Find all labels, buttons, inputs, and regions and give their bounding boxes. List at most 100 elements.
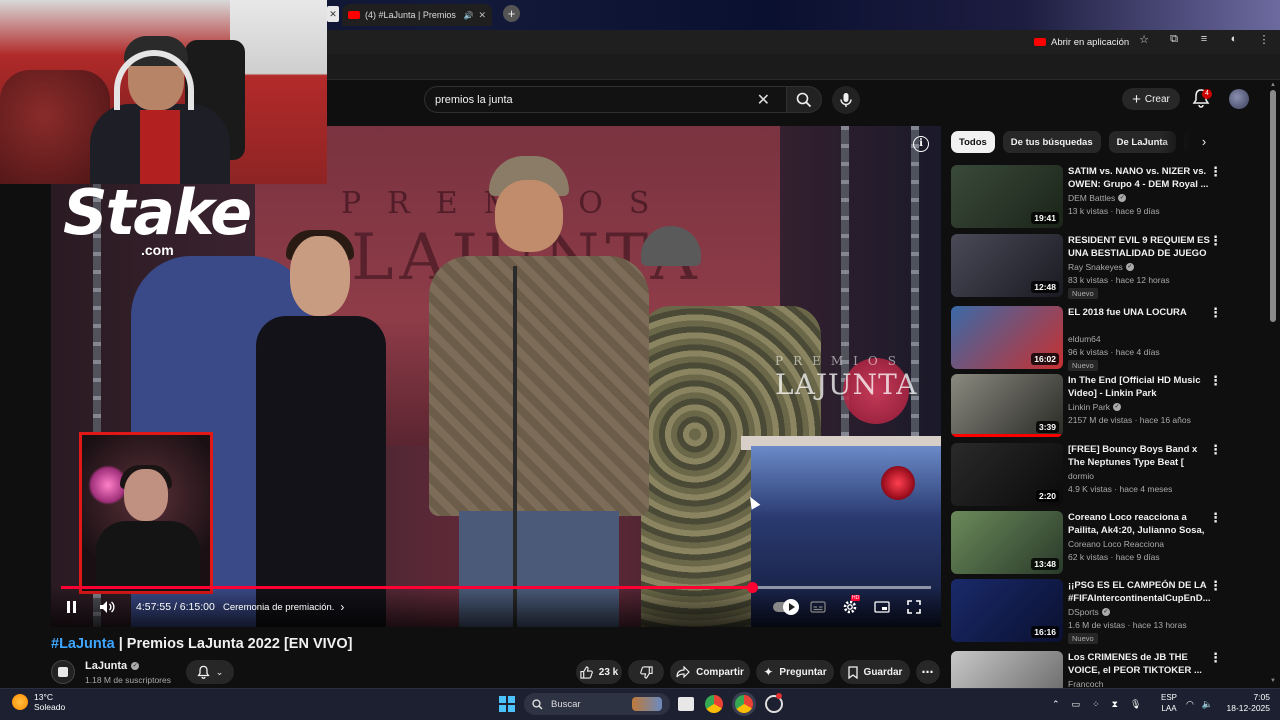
recommendation-thumbnail[interactable]: 13:48 — [951, 511, 1063, 574]
tray-app-icon[interactable]: ▭ — [1072, 699, 1081, 710]
recommendation-item[interactable]: 13:48 Coreano Loco reacciona a Pailita, A… — [951, 511, 1241, 577]
page-scrollbar[interactable] — [1270, 90, 1276, 322]
recommendation-item[interactable]: 3:39 In The End [Official HD Music Video]… — [951, 374, 1241, 440]
video-hashtag-link[interactable]: #LaJunta — [51, 636, 115, 652]
more-vertical-icon[interactable]: ⋮ — [1209, 579, 1222, 595]
recommendation-title[interactable]: In The End [Official HD Music Video] - L… — [1068, 374, 1210, 400]
recommendation-channel[interactable]: DEM Battles ✓ — [1068, 193, 1127, 203]
info-icon[interactable]: i — [913, 136, 929, 152]
tab-close-icon[interactable]: ✕ — [327, 6, 339, 22]
recommendation-title[interactable]: Coreano Loco reacciona a Pailita, Ak4:20… — [1068, 511, 1210, 537]
subscription-notifications-button[interactable]: ⌄ — [186, 660, 234, 684]
recommendation-item[interactable]: 19:41 SATIM vs. NANO vs. NIZER vs. OWEN: … — [951, 165, 1241, 231]
clear-search-icon[interactable]: ✕ — [757, 90, 770, 110]
more-vertical-icon[interactable]: ⋮ — [1209, 165, 1222, 181]
more-vertical-icon[interactable]: ⋮ — [1209, 234, 1222, 250]
bookmark-star-icon[interactable]: ☆ — [1136, 33, 1152, 46]
recommendation-title[interactable]: ¡¡PSG ES EL CAMPEÓN DE LA #FIFAIntercont… — [1068, 579, 1210, 605]
search-button[interactable] — [786, 86, 822, 113]
taskbar-search[interactable]: Buscar — [524, 693, 670, 715]
ask-button[interactable]: ✦ Preguntar — [756, 660, 834, 684]
dislike-button[interactable] — [628, 660, 664, 684]
recommendation-channel[interactable]: Linkin Park ✓ — [1068, 402, 1122, 412]
wifi-icon[interactable]: ◠ — [1186, 699, 1194, 710]
chrome-icon[interactable] — [705, 695, 723, 713]
chevron-up-icon[interactable]: ⌃ — [1052, 699, 1060, 710]
share-button[interactable]: Compartir — [670, 660, 750, 684]
recommendation-title[interactable]: RESIDENT EVIL 9 REQUIEM ES UNA BESTIALID… — [1068, 234, 1210, 260]
recommendation-channel[interactable]: DSports ✓ — [1068, 607, 1110, 617]
scroll-up-arrow-icon[interactable]: ▲ — [1270, 82, 1276, 88]
more-vertical-icon[interactable]: ⋮ — [1209, 651, 1222, 667]
tray-grid-icon[interactable]: ⁘ — [1092, 699, 1100, 710]
like-button[interactable]: 23 k — [576, 660, 622, 684]
tab-audio-icon[interactable]: 🔊 — [463, 11, 473, 20]
tab-close-icon[interactable]: ✕ — [478, 10, 486, 21]
recommendation-item[interactable]: 16:16 ¡¡PSG ES EL CAMPEÓN DE LA #FIFAInte… — [951, 579, 1241, 645]
new-tab-button[interactable]: + — [503, 5, 520, 22]
recommendation-thumbnail[interactable]: 2:20 — [951, 443, 1063, 506]
recommendation-thumbnail[interactable]: 12:48 — [951, 234, 1063, 297]
more-vertical-icon[interactable]: ⋮ — [1209, 306, 1222, 322]
task-view-icon[interactable] — [678, 697, 694, 711]
speaker-icon[interactable]: 🔈 — [1202, 699, 1213, 710]
voice-search-button[interactable] — [832, 86, 860, 114]
search-highlight-icon — [632, 697, 662, 711]
recommendation-channel[interactable]: eldum64 — [1068, 334, 1101, 344]
miniplayer-button[interactable] — [872, 597, 892, 617]
recommendation-channel[interactable]: Ray Snakeyes ✓ — [1068, 262, 1134, 272]
channel-avatar[interactable] — [51, 660, 75, 684]
recommendation-item[interactable]: 16:02 EL 2018 fue UNA LOCURA eldum64 96 k v… — [951, 306, 1241, 372]
chapter-button[interactable]: Ceremonia de premiación. › — [223, 597, 344, 617]
recommendation-channel[interactable]: Coreano Loco Reacciona — [1068, 539, 1164, 549]
more-vertical-icon[interactable]: ⋮ — [1209, 374, 1222, 390]
browser-tab-youtube[interactable]: (4) #LaJunta | Premios LaJu... 🔊 ✕ — [342, 4, 492, 26]
chevron-right-icon[interactable]: › — [1196, 134, 1212, 150]
video-player[interactable]: PREMIOS LAJUNTA PREMIOS LAJUNTA Stake .c… — [51, 126, 941, 627]
notifications-button[interactable]: 4 — [1192, 88, 1212, 110]
recommendation-thumbnail[interactable]: 16:02 — [951, 306, 1063, 369]
recommendation-title[interactable]: [FREE] Bouncy Boys Band x The Neptunes T… — [1068, 443, 1210, 469]
volume-button[interactable] — [99, 597, 115, 617]
chip-from-searches[interactable]: De tus búsquedas — [1002, 131, 1101, 153]
open-in-app-button[interactable]: Abrir en aplicación — [1034, 34, 1129, 50]
recommendation-title[interactable]: SATIM vs. NANO vs. NIZER vs. OWEN: Grupo… — [1068, 165, 1210, 191]
profile-icon[interactable]: ◐ — [1226, 33, 1242, 46]
save-button[interactable]: Guardar — [840, 660, 910, 684]
recommendation-title[interactable]: Los CRIMENES de JB THE VOICE, el PEOR TI… — [1068, 651, 1210, 677]
recommendation-thumbnail[interactable]: 16:16 — [951, 579, 1063, 642]
recommendation-item[interactable]: 2:20 [FREE] Bouncy Boys Band x The Neptun… — [951, 443, 1241, 509]
extensions-icon[interactable]: ⧉ — [1166, 33, 1182, 46]
recommendation-thumbnail[interactable]: 3:39 — [951, 374, 1063, 437]
input-language[interactable]: ESP LAA — [1158, 692, 1180, 714]
recommendation-item[interactable]: 12:48 RESIDENT EVIL 9 REQUIEM ES UNA BEST… — [951, 234, 1241, 300]
progress-scrubber[interactable] — [746, 582, 758, 593]
recommendation-channel[interactable]: dormio — [1068, 471, 1094, 481]
settings-button[interactable]: HD — [840, 595, 861, 617]
taskbar-clock[interactable]: 7:05 18-12-2025 — [1222, 692, 1270, 714]
chrome-active-icon[interactable] — [735, 695, 753, 713]
more-vertical-icon[interactable]: ⋮ — [1209, 511, 1222, 527]
progress-bar[interactable] — [61, 582, 931, 593]
browser-menu-icon[interactable]: ⋮ — [1256, 33, 1272, 46]
account-avatar[interactable] — [1229, 89, 1249, 109]
recommendation-title[interactable]: EL 2018 fue UNA LOCURA — [1068, 306, 1210, 319]
create-button[interactable]: + Crear — [1122, 88, 1180, 110]
windows-start-button[interactable] — [499, 696, 515, 712]
pause-button[interactable] — [67, 597, 79, 617]
autoplay-toggle[interactable] — [773, 599, 799, 615]
channel-name-link[interactable]: LaJunta ✓ — [85, 660, 140, 672]
more-vertical-icon[interactable]: ⋮ — [1209, 443, 1222, 459]
search-input[interactable]: premios la junta ✕ — [424, 86, 788, 113]
recommendation-thumbnail[interactable]: 19:41 — [951, 165, 1063, 228]
microphone-icon[interactable]: 🎙 — [1130, 699, 1141, 710]
more-actions-button[interactable]: ⋯ — [916, 660, 940, 684]
media-controls-icon[interactable]: ≡ — [1196, 33, 1212, 46]
youtube-favicon-icon — [348, 11, 360, 19]
weather-widget[interactable]: 13°C Soleado — [12, 692, 65, 712]
subtitles-button[interactable] — [808, 597, 828, 617]
network-icon[interactable]: ⧗ — [1112, 699, 1118, 710]
fullscreen-button[interactable] — [904, 597, 924, 617]
chip-all[interactable]: Todos — [951, 131, 995, 153]
scroll-down-arrow-icon[interactable]: ▼ — [1270, 678, 1276, 684]
